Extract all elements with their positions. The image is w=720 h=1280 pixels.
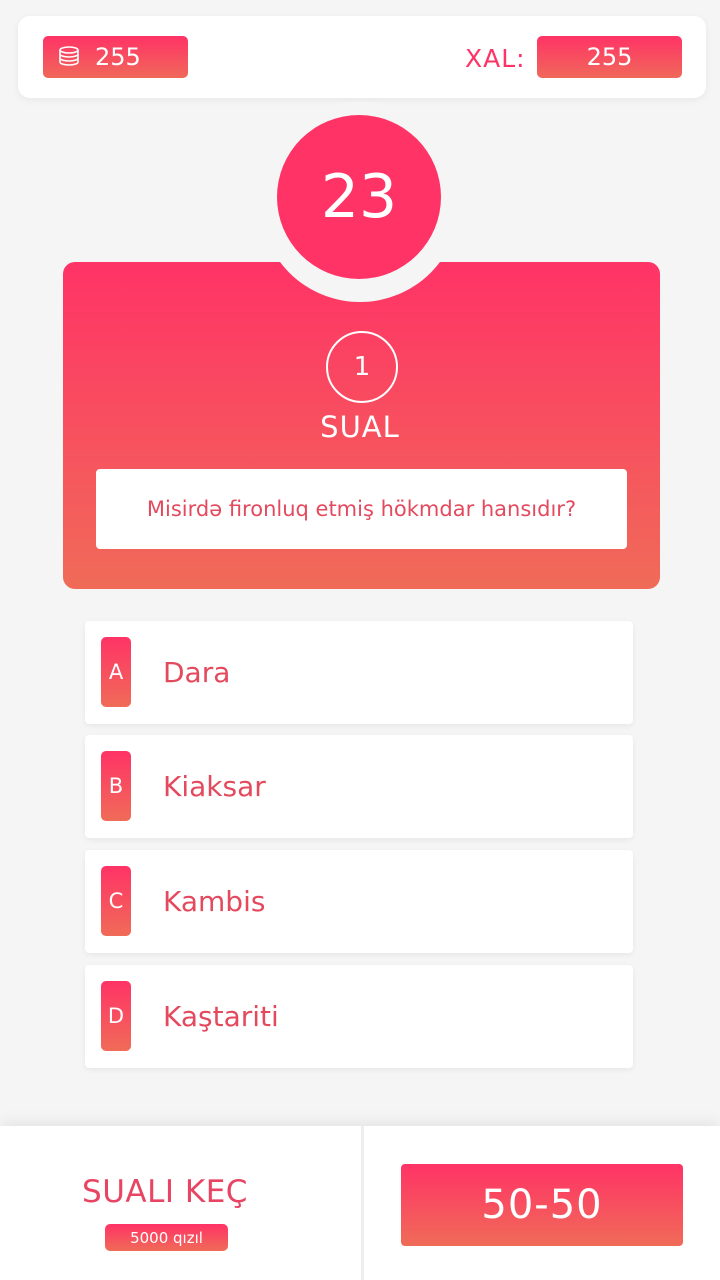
answer-letter-badge: C — [101, 866, 131, 936]
countdown-timer: 23 — [277, 115, 441, 279]
answer-letter-badge: A — [101, 637, 131, 707]
divider — [361, 1126, 364, 1280]
answer-option-a[interactable]: A Dara — [85, 621, 633, 724]
top-bar: 255 XAL: 255 — [18, 16, 706, 98]
coins-icon — [57, 45, 81, 69]
coins-counter: 255 — [43, 36, 188, 78]
answer-text: Dara — [163, 656, 231, 689]
question-number: 1 — [326, 331, 398, 403]
skip-question-button[interactable]: SUALI KEÇ 5000 qızıl — [0, 1126, 361, 1280]
quiz-screen: 255 XAL: 255 23 1 SUAL Misirdə fironluq … — [0, 0, 720, 1280]
bottom-action-bar: SUALI KEÇ 5000 qızıl 50-50 — [0, 1126, 720, 1280]
question-text: Misirdə fironluq etmiş hökmdar hansıdır? — [96, 469, 627, 549]
question-label: SUAL — [320, 410, 400, 444]
score-value: 255 — [537, 36, 682, 78]
answer-option-b[interactable]: B Kiaksar — [85, 735, 633, 838]
answer-text: Kiaksar — [163, 770, 266, 803]
answer-letter-badge: B — [101, 751, 131, 821]
answer-text: Kambis — [163, 885, 266, 918]
skip-question-label: SUALI KEÇ — [82, 1174, 248, 1210]
score-label: XAL: — [465, 44, 526, 73]
answer-option-c[interactable]: C Kambis — [85, 850, 633, 953]
answer-text: Kaştariti — [163, 1000, 279, 1033]
coins-value: 255 — [95, 43, 141, 71]
fifty-fifty-button[interactable]: 50-50 — [401, 1164, 683, 1246]
skip-price-badge: 5000 qızıl — [105, 1224, 228, 1251]
answer-letter-badge: D — [101, 981, 131, 1051]
answer-option-d[interactable]: D Kaştariti — [85, 965, 633, 1068]
